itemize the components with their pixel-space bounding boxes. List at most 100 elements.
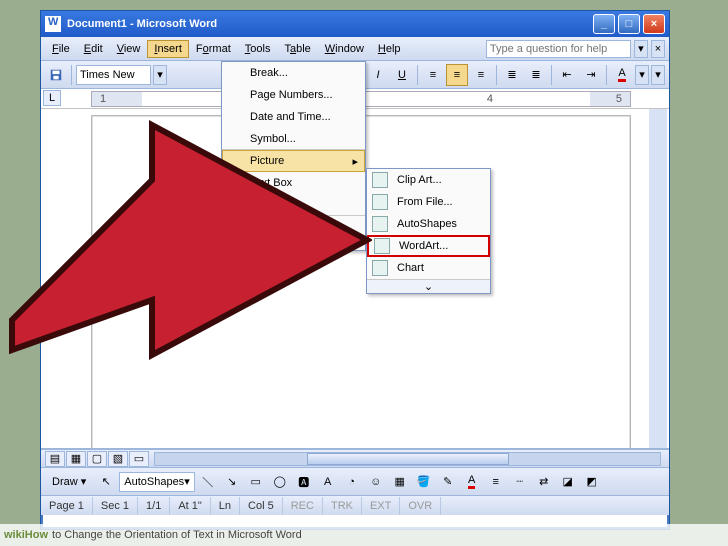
insert-break[interactable]: Break... <box>222 62 365 84</box>
line-tool[interactable]: ＼ <box>197 471 219 493</box>
wordart-item[interactable]: WordArt... <box>367 235 490 257</box>
line-color-tool[interactable]: ✎ <box>437 471 459 493</box>
web-view-button[interactable]: ▦ <box>66 451 86 467</box>
help-search-input[interactable] <box>486 40 631 58</box>
3d-tool[interactable]: ◩ <box>581 471 603 493</box>
chart-icon <box>372 260 388 276</box>
separator <box>71 65 72 85</box>
oval-tool[interactable]: ◯ <box>269 471 291 493</box>
insert-textbox[interactable]: Text Box <box>222 172 365 194</box>
insert-object[interactable]: Object... <box>222 194 365 216</box>
numbered-list-button[interactable]: ≣ <box>501 64 523 86</box>
italic-button[interactable]: I <box>367 64 389 86</box>
insert-date-time[interactable]: Date and Time... <box>222 106 365 128</box>
statusbar: Page 1 Sec 1 1/1 At 1" Ln Col 5 REC TRK … <box>41 495 669 515</box>
help-close[interactable]: × <box>651 40 665 58</box>
insert-hyperlink[interactable]: Hyperlink... Ctrl+K <box>222 216 365 238</box>
status-at: At 1" <box>170 497 210 515</box>
status-pages: 1/1 <box>138 497 170 515</box>
align-left-button[interactable]: ≡ <box>422 64 444 86</box>
dash-style-tool[interactable]: ┈ <box>509 471 531 493</box>
diagram-tool[interactable]: ◔ <box>341 471 363 493</box>
clipart-icon <box>372 172 388 188</box>
submenu-expand-chevron[interactable]: ⌄ <box>367 279 490 293</box>
arrow-tool[interactable]: ↘ <box>221 471 243 493</box>
menu-view[interactable]: View <box>110 40 148 58</box>
select-objects-button[interactable]: ↖ <box>95 471 117 493</box>
autoshapes-item[interactable]: AutoShapes <box>367 213 490 235</box>
rectangle-tool[interactable]: ▭ <box>245 471 267 493</box>
menu-format[interactable]: Format <box>189 40 238 58</box>
window-title: Document1 - Microsoft Word <box>67 18 217 30</box>
submenu-arrow-icon: ▸ <box>352 155 358 168</box>
status-page: Page 1 <box>41 497 93 515</box>
clipart-item[interactable]: Clip Art... <box>367 169 490 191</box>
reading-view-button[interactable]: ▭ <box>129 451 149 467</box>
wikihow-article-title: to Change the Orientation of Text in Mic… <box>52 529 302 541</box>
word-app-icon <box>45 16 61 32</box>
normal-view-button[interactable]: ▤ <box>45 451 65 467</box>
font-color-arrow[interactable]: ▾ <box>635 65 649 85</box>
outline-view-button[interactable]: ▧ <box>108 451 128 467</box>
insert-picture-tool[interactable]: ▦ <box>389 471 411 493</box>
print-view-button[interactable]: ▢ <box>87 451 107 467</box>
line-style-tool[interactable]: ≡ <box>485 471 507 493</box>
textbox-tool[interactable]: 🅰 <box>293 471 315 493</box>
font-combo[interactable]: Times New <box>76 65 151 85</box>
decrease-indent-button[interactable]: ⇤ <box>556 64 578 86</box>
maximize-button[interactable]: □ <box>618 14 640 34</box>
menu-insert[interactable]: Insert <box>147 40 189 58</box>
status-rec: REC <box>283 497 323 515</box>
textbox-icon <box>227 175 243 191</box>
insert-expand-chevron[interactable]: ⌄ <box>222 238 365 250</box>
increase-indent-button[interactable]: ⇥ <box>580 64 602 86</box>
save-button[interactable] <box>45 64 67 86</box>
status-ovr: OVR <box>400 497 441 515</box>
align-right-button[interactable]: ≡ <box>470 64 492 86</box>
font-color-button[interactable]: A <box>611 64 633 86</box>
bulleted-list-button[interactable]: ≣ <box>525 64 547 86</box>
menu-table[interactable]: Table <box>277 40 317 58</box>
shadow-tool[interactable]: ◪ <box>557 471 579 493</box>
from-file-item[interactable]: From File... <box>367 191 490 213</box>
app-window: Document1 - Microsoft Word _ □ × File Ed… <box>40 10 670 530</box>
font-combo-arrow[interactable]: ▾ <box>153 65 167 85</box>
close-button[interactable]: × <box>643 14 665 34</box>
picture-submenu: Clip Art... From File... AutoShapes Word… <box>366 168 491 294</box>
status-section: Sec 1 <box>93 497 138 515</box>
clipart-tool[interactable]: ☺ <box>365 471 387 493</box>
tab-selector[interactable]: L <box>43 90 61 106</box>
wordart-tool[interactable]: A <box>317 471 339 493</box>
autoshapes-menu[interactable]: AutoShapes ▾ <box>119 472 194 492</box>
status-ext: EXT <box>362 497 400 515</box>
status-ln: Ln <box>211 497 240 515</box>
insert-page-numbers[interactable]: Page Numbers... <box>222 84 365 106</box>
wikihow-caption: wikiHow to Change the Orientation of Tex… <box>0 524 728 546</box>
arrow-style-tool[interactable]: ⇄ <box>533 471 555 493</box>
insert-dropdown: Break... Page Numbers... Date and Time..… <box>221 61 366 251</box>
horizontal-scrollbar[interactable] <box>154 452 661 466</box>
menu-tools[interactable]: Tools <box>238 40 278 58</box>
help-search: ▾ × <box>486 40 665 58</box>
fill-color-tool[interactable]: 🪣 <box>413 471 435 493</box>
font-color-tool[interactable]: A <box>461 471 483 493</box>
chart-item[interactable]: Chart <box>367 257 490 279</box>
menu-window[interactable]: Window <box>318 40 371 58</box>
menu-file[interactable]: File <box>45 40 77 58</box>
from-file-icon <box>372 194 388 210</box>
titlebar: Document1 - Microsoft Word _ □ × <box>41 11 669 37</box>
view-controls-row: ▤ ▦ ▢ ▧ ▭ <box>41 449 669 467</box>
toolbar-overflow[interactable]: ▾ <box>651 65 665 85</box>
menubar: File Edit View Insert Format Tools Table… <box>41 37 669 61</box>
insert-symbol[interactable]: Symbol... <box>222 128 365 150</box>
autoshapes-icon <box>372 216 388 232</box>
insert-picture[interactable]: Picture▸ <box>222 150 365 172</box>
underline-button[interactable]: U <box>391 64 413 86</box>
minimize-button[interactable]: _ <box>593 14 615 34</box>
menu-help[interactable]: Help <box>371 40 408 58</box>
align-center-button[interactable]: ≡ <box>446 64 468 86</box>
help-search-drop[interactable]: ▾ <box>634 40 648 58</box>
vertical-scrollbar[interactable] <box>649 109 667 448</box>
menu-edit[interactable]: Edit <box>77 40 110 58</box>
draw-menu[interactable]: Draw ▾ <box>45 472 93 491</box>
